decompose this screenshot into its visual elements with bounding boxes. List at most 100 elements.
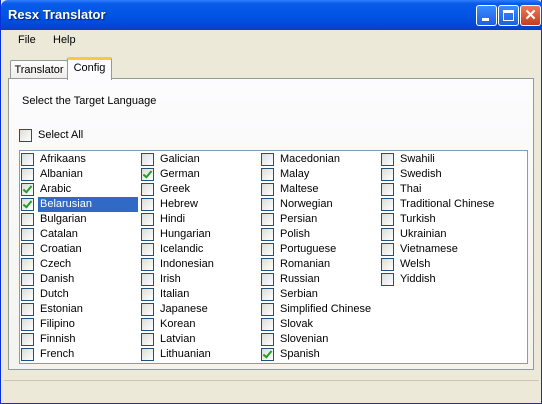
close-button[interactable]: ✕ (520, 5, 541, 26)
language-item[interactable]: Catalan (20, 227, 138, 242)
language-checkbox[interactable] (261, 333, 274, 346)
language-checkbox[interactable] (381, 153, 394, 166)
language-checkbox[interactable] (381, 213, 394, 226)
language-item[interactable]: Portuguese (260, 242, 378, 257)
language-checkbox[interactable] (261, 198, 274, 211)
language-checkbox[interactable] (261, 318, 274, 331)
language-item[interactable]: Swedish (380, 167, 498, 182)
language-checkbox[interactable] (261, 228, 274, 241)
language-checkbox[interactable] (21, 348, 34, 361)
language-checkbox[interactable] (261, 303, 274, 316)
language-item[interactable]: Hungarian (140, 227, 258, 242)
language-checkbox[interactable] (261, 273, 274, 286)
maximize-button[interactable] (498, 5, 519, 26)
language-checkbox[interactable] (381, 228, 394, 241)
language-checkbox[interactable] (141, 288, 154, 301)
language-item[interactable]: Estonian (20, 302, 138, 317)
language-checkbox[interactable] (141, 213, 154, 226)
language-checkbox[interactable] (141, 348, 154, 361)
language-item[interactable]: Belarusian (20, 197, 138, 212)
language-item[interactable]: Welsh (380, 257, 498, 272)
language-item[interactable]: Swahili (380, 152, 498, 167)
language-checkbox[interactable] (261, 258, 274, 271)
language-checkbox[interactable] (381, 273, 394, 286)
language-item[interactable]: Norwegian (260, 197, 378, 212)
language-item[interactable]: Korean (140, 317, 258, 332)
minimize-button[interactable] (476, 5, 497, 26)
language-checkbox[interactable] (21, 168, 34, 181)
language-item[interactable]: Japanese (140, 302, 258, 317)
language-checkbox[interactable] (261, 153, 274, 166)
language-checkbox[interactable] (141, 258, 154, 271)
select-all-label[interactable]: Select All (38, 129, 83, 141)
language-checkbox[interactable] (21, 318, 34, 331)
language-checkbox[interactable] (21, 258, 34, 271)
language-checkbox[interactable] (261, 213, 274, 226)
language-checkbox[interactable] (261, 348, 274, 361)
language-item[interactable]: Albanian (20, 167, 138, 182)
language-item[interactable]: French (20, 347, 138, 362)
language-item[interactable]: Filipino (20, 317, 138, 332)
language-checkbox[interactable] (21, 198, 34, 211)
language-item[interactable]: Maltese (260, 182, 378, 197)
language-item[interactable]: Slovenian (260, 332, 378, 347)
language-checkbox[interactable] (21, 303, 34, 316)
language-item[interactable]: Hindi (140, 212, 258, 227)
language-checkbox[interactable] (141, 198, 154, 211)
language-item[interactable]: Latvian (140, 332, 258, 347)
language-checkbox[interactable] (21, 288, 34, 301)
tab-translator[interactable]: Translator (10, 60, 68, 80)
language-checkbox[interactable] (21, 243, 34, 256)
language-checkbox[interactable] (141, 153, 154, 166)
language-checkbox[interactable] (381, 243, 394, 256)
language-checkbox[interactable] (261, 168, 274, 181)
language-item[interactable]: German (140, 167, 258, 182)
language-item[interactable]: Croatian (20, 242, 138, 257)
language-item[interactable]: Thai (380, 182, 498, 197)
language-item[interactable]: Macedonian (260, 152, 378, 167)
language-checkbox[interactable] (141, 243, 154, 256)
language-checkbox[interactable] (141, 168, 154, 181)
language-item[interactable]: Indonesian (140, 257, 258, 272)
language-item[interactable]: Arabic (20, 182, 138, 197)
language-item[interactable]: Danish (20, 272, 138, 287)
language-item[interactable]: Lithuanian (140, 347, 258, 362)
language-item[interactable]: Malay (260, 167, 378, 182)
language-checkbox[interactable] (141, 273, 154, 286)
language-checkbox[interactable] (381, 258, 394, 271)
language-checkbox[interactable] (21, 183, 34, 196)
language-checkbox[interactable] (21, 153, 34, 166)
language-checkbox[interactable] (21, 333, 34, 346)
language-item[interactable]: Ukrainian (380, 227, 498, 242)
language-item[interactable]: Turkish (380, 212, 498, 227)
language-checkbox[interactable] (261, 243, 274, 256)
tab-config[interactable]: Config (67, 57, 112, 80)
language-checklist[interactable]: Afrikaans Albanian Arabic Belarusian Bulgari… (19, 150, 528, 364)
language-item[interactable]: Spanish (260, 347, 378, 362)
language-item[interactable]: Dutch (20, 287, 138, 302)
language-checkbox[interactable] (141, 228, 154, 241)
language-item[interactable]: Romanian (260, 257, 378, 272)
language-item[interactable]: Afrikaans (20, 152, 138, 167)
language-checkbox[interactable] (21, 273, 34, 286)
language-item[interactable]: Polish (260, 227, 378, 242)
language-checkbox[interactable] (21, 228, 34, 241)
language-item[interactable]: Irish (140, 272, 258, 287)
language-checkbox[interactable] (261, 288, 274, 301)
language-item[interactable]: Galician (140, 152, 258, 167)
language-item[interactable]: Yiddish (380, 272, 498, 287)
language-item[interactable]: Serbian (260, 287, 378, 302)
language-item[interactable]: Bulgarian (20, 212, 138, 227)
language-item[interactable]: Icelandic (140, 242, 258, 257)
language-checkbox[interactable] (261, 183, 274, 196)
language-checkbox[interactable] (21, 213, 34, 226)
language-checkbox[interactable] (381, 198, 394, 211)
language-item[interactable]: Czech (20, 257, 138, 272)
language-checkbox[interactable] (141, 183, 154, 196)
language-item[interactable]: Italian (140, 287, 258, 302)
language-item[interactable]: Greek (140, 182, 258, 197)
language-checkbox[interactable] (141, 333, 154, 346)
language-item[interactable]: Persian (260, 212, 378, 227)
language-item[interactable]: Vietnamese (380, 242, 498, 257)
language-item[interactable]: Simplified Chinese (260, 302, 378, 317)
